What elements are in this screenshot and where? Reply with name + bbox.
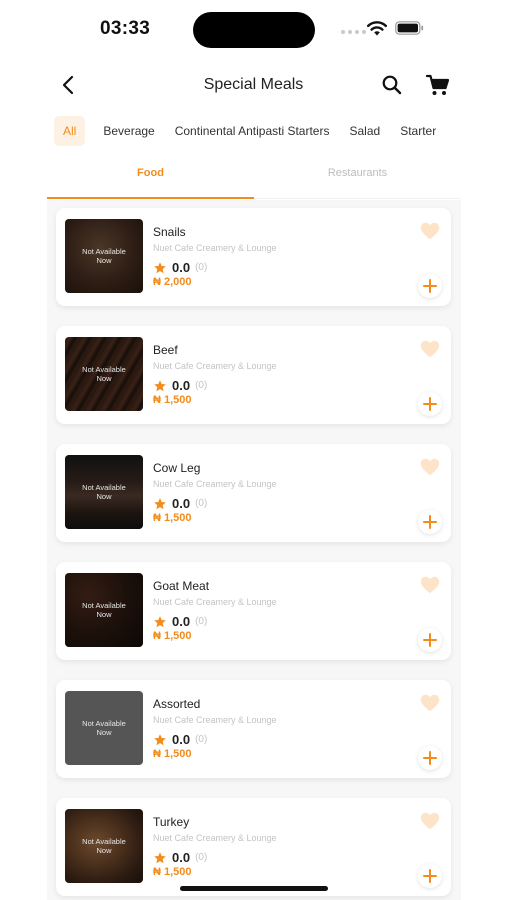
restaurant-name: Nuet Cafe Creamery & Lounge [153,833,277,843]
heart-icon[interactable] [419,338,441,360]
review-count: (0) [195,852,208,863]
rating-value: 0.0 [172,496,191,511]
plus-icon [423,515,437,529]
rating-row: 0.0 (0) [153,850,207,865]
review-count: (0) [195,498,208,509]
meal-price: ₦ 2,000 [153,276,192,288]
cellular-signal-icon [341,30,366,34]
meal-card[interactable]: Not Available Now Goat Meat Nuet Cafe Cr… [56,562,451,660]
meal-price: ₦ 1,500 [153,748,192,760]
heart-icon[interactable] [419,220,441,242]
rating-row: 0.0 (0) [153,496,207,511]
search-icon[interactable] [379,72,405,98]
review-count: (0) [195,734,208,745]
meal-card[interactable]: Not Available Now Assorted Nuet Cafe Cre… [56,680,451,778]
meal-price: ₦ 1,500 [153,630,192,642]
plus-icon [423,751,437,765]
review-count: (0) [195,262,208,273]
not-available-overlay: Not Available Now [65,337,143,411]
star-icon [154,615,166,627]
not-available-overlay: Not Available Now [65,219,143,293]
not-available-overlay: Not Available Now [65,455,143,529]
rating-value: 0.0 [172,260,191,275]
home-indicator[interactable] [180,886,328,891]
restaurant-name: Nuet Cafe Creamery & Lounge [153,597,277,607]
heart-icon[interactable] [419,810,441,832]
add-to-cart-button[interactable] [418,392,442,416]
meal-price: ₦ 1,500 [153,394,192,406]
tab-active-indicator [47,197,254,199]
meal-list: Not Available Now Snails Nuet Cafe Cream… [47,200,461,900]
plus-icon [423,279,437,293]
add-to-cart-button[interactable] [418,274,442,298]
not-available-overlay: Not Available Now [65,573,143,647]
rating-row: 0.0 (0) [153,260,207,275]
rating-value: 0.0 [172,378,191,393]
wifi-icon [367,21,387,36]
meal-name: Turkey [153,815,190,829]
meal-image: Not Available Now [65,691,143,765]
tab-food[interactable]: Food [47,157,254,197]
rating-row: 0.0 (0) [153,614,207,629]
meal-price: ₦ 1,500 [153,512,192,524]
review-count: (0) [195,380,208,391]
rating-value: 0.0 [172,850,191,865]
category-chip-salad[interactable]: Salad [349,116,380,146]
category-filter-bar: All Beverage Continental Antipasti Start… [54,116,459,146]
app-header: Special Meals [0,62,507,108]
restaurant-name: Nuet Cafe Creamery & Lounge [153,715,277,725]
not-available-overlay: Not Available Now [65,691,143,765]
meal-name: Assorted [153,697,201,711]
category-chip-beverage[interactable]: Beverage [103,116,154,146]
meal-card[interactable]: Not Available Now Turkey Nuet Cafe Cream… [56,798,451,896]
heart-icon[interactable] [419,692,441,714]
restaurant-name: Nuet Cafe Creamery & Lounge [153,243,277,253]
meal-image: Not Available Now [65,455,143,529]
battery-icon [395,21,424,35]
meal-image: Not Available Now [65,337,143,411]
star-icon [154,497,166,509]
heart-icon[interactable] [419,574,441,596]
add-to-cart-button[interactable] [418,864,442,888]
review-count: (0) [195,616,208,627]
restaurant-name: Nuet Cafe Creamery & Lounge [153,361,277,371]
meal-name: Snails [153,225,186,239]
category-chip-starter[interactable]: Starter [400,116,436,146]
plus-icon [423,397,437,411]
tab-bar: Food Restaurants [47,157,461,199]
meal-name: Cow Leg [153,461,201,475]
add-to-cart-button[interactable] [418,510,442,534]
plus-icon [423,869,437,883]
star-icon [154,851,166,863]
restaurant-name: Nuet Cafe Creamery & Lounge [153,479,277,489]
meal-card[interactable]: Not Available Now Cow Leg Nuet Cafe Crea… [56,444,451,542]
meal-name: Beef [153,343,178,357]
rating-value: 0.0 [172,614,191,629]
meal-name: Goat Meat [153,579,210,593]
plus-icon [423,633,437,647]
meal-card[interactable]: Not Available Now Beef Nuet Cafe Creamer… [56,326,451,424]
status-time: 03:33 [100,18,151,39]
rating-value: 0.0 [172,732,191,747]
heart-icon[interactable] [419,456,441,478]
rating-row: 0.0 (0) [153,732,207,747]
star-icon [154,733,166,745]
status-bar: 03:33 [0,0,507,60]
category-chip-continental-antipasti-starters[interactable]: Continental Antipasti Starters [175,116,330,146]
star-icon [154,261,166,273]
meal-card[interactable]: Not Available Now Snails Nuet Cafe Cream… [56,208,451,306]
not-available-overlay: Not Available Now [65,809,143,883]
add-to-cart-button[interactable] [418,628,442,652]
meal-image: Not Available Now [65,809,143,883]
meal-image: Not Available Now [65,573,143,647]
add-to-cart-button[interactable] [418,746,442,770]
meal-price: ₦ 1,500 [153,866,192,878]
category-chip-all[interactable]: All [54,116,86,146]
dynamic-island [193,12,315,48]
tab-restaurants[interactable]: Restaurants [254,157,461,197]
rating-row: 0.0 (0) [153,378,207,393]
meal-image: Not Available Now [65,219,143,293]
star-icon [154,379,166,391]
cart-icon[interactable] [424,71,452,99]
